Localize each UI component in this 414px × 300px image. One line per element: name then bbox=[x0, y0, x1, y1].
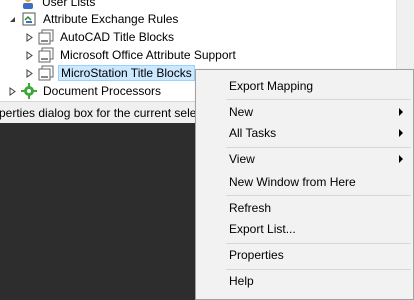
menu-item-label: Refresh bbox=[229, 201, 272, 215]
tree-item-label: User Lists bbox=[42, 0, 96, 9]
menu-item-label: New Window from Here bbox=[229, 175, 356, 189]
gear-icon bbox=[21, 83, 37, 99]
tree-item-autocad-title-blocks[interactable]: AutoCAD Title Blocks bbox=[25, 28, 176, 46]
menu-item-label: Export List... bbox=[229, 222, 296, 236]
collapsed-chevron-icon[interactable] bbox=[25, 50, 34, 60]
attribute-rules-icon bbox=[21, 11, 37, 27]
menu-item-new[interactable]: New bbox=[196, 101, 413, 123]
tree-item-attribute-exchange-rules[interactable]: Attribute Exchange Rules bbox=[8, 10, 180, 28]
menu-item-refresh[interactable]: Refresh bbox=[196, 197, 413, 219]
tree-item-label: Document Processors bbox=[43, 84, 162, 98]
menu-item-view[interactable]: View bbox=[196, 148, 413, 170]
menu-separator bbox=[226, 99, 411, 100]
title-block-icon bbox=[38, 65, 54, 81]
status-text: perties dialog box for the current sele bbox=[0, 105, 197, 120]
collapsed-chevron-icon[interactable] bbox=[8, 86, 17, 96]
menu-item-label: Help bbox=[229, 274, 254, 288]
submenu-arrow-icon bbox=[399, 155, 403, 163]
menu-item-label: New bbox=[229, 105, 254, 119]
expanded-chevron-icon[interactable] bbox=[8, 15, 17, 24]
menu-item-export-list[interactable]: Export List... bbox=[196, 218, 413, 240]
menu-item-new-window-from-here[interactable]: New Window from Here bbox=[196, 171, 413, 193]
user-list-icon bbox=[20, 0, 36, 10]
menu-item-label: View bbox=[229, 152, 255, 166]
tree-item-label: AutoCAD Title Blocks bbox=[60, 30, 175, 44]
tree-item-label: MicroStation Title Blocks bbox=[58, 65, 195, 81]
tree-item-label: Attribute Exchange Rules bbox=[43, 12, 179, 26]
menu-item-label: Properties bbox=[229, 248, 284, 262]
submenu-arrow-icon bbox=[399, 108, 403, 116]
menu-item-label: Export Mapping bbox=[229, 79, 314, 93]
tree-item-document-processors[interactable]: Document Processors bbox=[8, 82, 163, 100]
title-block-icon bbox=[38, 29, 54, 45]
tree-item-label: Microsoft Office Attribute Support bbox=[60, 48, 236, 62]
menu-item-properties[interactable]: Properties bbox=[196, 244, 413, 266]
menu-item-export-mapping[interactable]: Export Mapping bbox=[196, 75, 413, 97]
context-menu: Export Mapping New All Tasks View New Wi… bbox=[195, 69, 414, 300]
menu-separator bbox=[226, 195, 411, 196]
menu-item-all-tasks[interactable]: All Tasks bbox=[196, 122, 413, 144]
collapsed-chevron-icon[interactable] bbox=[25, 68, 34, 78]
menu-item-label: All Tasks bbox=[229, 126, 277, 140]
tree-item-microsoft-office-attribute-support[interactable]: Microsoft Office Attribute Support bbox=[25, 46, 238, 64]
collapsed-chevron-icon[interactable] bbox=[25, 32, 34, 42]
tree-item-microstation-title-blocks[interactable]: MicroStation Title Blocks bbox=[25, 64, 195, 82]
title-block-icon bbox=[38, 47, 54, 63]
submenu-arrow-icon bbox=[399, 129, 403, 137]
menu-item-help[interactable]: Help bbox=[196, 270, 413, 292]
